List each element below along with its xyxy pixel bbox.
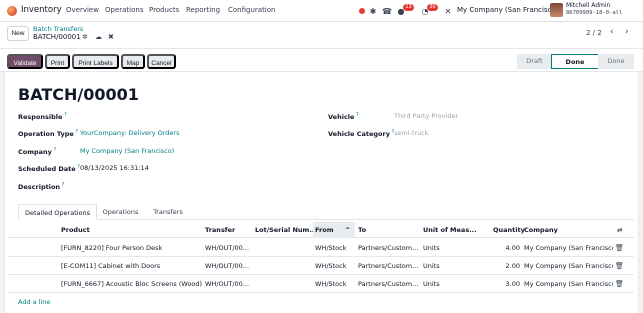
responsible-label: Responsible ? — [18, 112, 67, 122]
company-switcher[interactable]: My Company (San Francisco) — [457, 6, 558, 14]
database-name: 86709909-18-0-all — [566, 10, 623, 16]
description-label: Description ? — [18, 182, 65, 192]
vehicle-category-field[interactable]: semi-truck — [394, 129, 429, 137]
menu-reporting[interactable]: Reporting — [186, 6, 220, 14]
operation-type-label: Operation Type ? — [18, 129, 79, 139]
company-label: Company ? — [18, 147, 57, 157]
cell-quantity[interactable]: 4.00 — [493, 239, 520, 257]
table-row[interactable]: [FURN_6667] Acoustic Bloc Screens (Wood)… — [8, 275, 634, 293]
cell-transfer[interactable]: WH/OUT/00... — [205, 257, 251, 275]
cell-company[interactable]: My Company (San Francisco) — [524, 275, 613, 293]
menu-products[interactable]: Products — [149, 6, 179, 14]
discard-icon[interactable]: ✖ — [108, 33, 114, 41]
status-done[interactable]: Done — [598, 54, 634, 69]
save-cloud-icon[interactable]: ☁ — [95, 33, 102, 41]
table-header: Product Transfer Lot/Serial Num... From ^… — [8, 222, 634, 238]
new-button[interactable]: New — [7, 26, 29, 41]
cell-product[interactable]: [E-COM11] Cabinet with Doors — [61, 257, 201, 275]
breadcrumb-parent[interactable]: Batch Transfers — [33, 25, 83, 33]
cell-quantity[interactable]: 3.00 — [493, 275, 520, 293]
user-name[interactable]: Mitchell Admin — [566, 2, 610, 9]
add-line-link[interactable]: Add a line — [18, 298, 50, 306]
vehicle-label: Vehicle ? — [328, 112, 359, 122]
col-quantity[interactable]: Quantity — [493, 222, 525, 238]
pager-prev-icon[interactable]: ‹ — [610, 27, 614, 37]
recording-dot-icon[interactable] — [359, 8, 365, 14]
table-row[interactable]: [FURN_8220] Four Person Desk WH/OUT/00..… — [8, 239, 634, 257]
tab-detailed-operations[interactable]: Detailed Operations — [18, 204, 97, 220]
cell-company[interactable]: My Company (San Francisco) — [524, 257, 613, 275]
cell-quantity[interactable]: 2.00 — [493, 257, 520, 275]
delete-row-icon[interactable]: 🗑 — [615, 275, 624, 293]
cell-company[interactable]: My Company (San Francisco) — [524, 239, 613, 257]
operation-type-field[interactable]: YourCompany: Delivery Orders — [80, 129, 180, 137]
cell-product[interactable]: [FURN_8220] Four Person Desk — [61, 239, 201, 257]
cancel-button[interactable]: Cancel — [147, 54, 176, 69]
cell-product[interactable]: [FURN_6667] Acoustic Bloc Screens (Wood) — [61, 275, 206, 293]
menu-overview[interactable]: Overview — [66, 6, 99, 14]
validate-button[interactable]: Validate — [7, 54, 43, 69]
col-unit[interactable]: Unit of Meas... — [423, 222, 477, 238]
scheduled-date-label: Scheduled Date ? — [18, 164, 80, 174]
table-row[interactable]: [E-COM11] Cabinet with Doors WH/OUT/00..… — [8, 257, 634, 275]
cell-transfer[interactable]: WH/OUT/00... — [205, 239, 251, 257]
cell-transfer[interactable]: WH/OUT/00... — [205, 275, 251, 293]
notebook-tabs: Detailed Operations Operations Transfers — [18, 204, 634, 220]
print-labels-button[interactable]: Print Labels — [72, 54, 119, 69]
col-lot-serial[interactable]: Lot/Serial Num... — [255, 222, 317, 238]
batch-title: BATCH/00001 — [18, 85, 139, 104]
tab-transfers[interactable]: Transfers — [146, 204, 190, 220]
user-avatar[interactable] — [550, 3, 563, 17]
tools-icon[interactable]: ✕ — [443, 6, 453, 16]
cell-to[interactable]: Partners/Custom... — [358, 275, 420, 293]
company-field[interactable]: My Company (San Francisco) — [80, 147, 174, 155]
print-button[interactable]: Print — [45, 54, 70, 69]
status-draft[interactable]: Draft — [517, 54, 552, 69]
inventory-app-icon[interactable] — [7, 6, 17, 16]
cell-unit[interactable]: Units — [423, 275, 463, 293]
col-company[interactable]: Company — [524, 222, 558, 238]
activity-badge: 30 — [427, 4, 438, 11]
col-transfer[interactable]: Transfer — [205, 222, 235, 238]
phone-icon[interactable]: ☎ — [382, 6, 392, 16]
vehicle-field[interactable]: Third Party Provider — [394, 112, 458, 120]
map-button[interactable]: Map — [121, 54, 145, 69]
delete-row-icon[interactable]: 🗑 — [615, 239, 624, 257]
tab-operations[interactable]: Operations — [97, 204, 144, 220]
pager-next-icon[interactable]: › — [625, 27, 629, 37]
vehicle-category-label: Vehicle Category ? — [328, 129, 395, 139]
sort-asc-icon: ^ — [345, 226, 351, 234]
menu-configuration[interactable]: Configuration — [228, 6, 275, 14]
col-to[interactable]: To — [358, 222, 366, 238]
pager-value[interactable]: 2 / 2 — [586, 29, 602, 37]
control-panel: New Batch Transfers BATCH/00001 ✲ ☁ ✖ 2 … — [0, 22, 643, 48]
cell-from[interactable]: WH/Stock — [315, 275, 355, 293]
optional-columns-icon[interactable]: ⇄ — [617, 222, 622, 238]
cell-to[interactable]: Partners/Custom... — [358, 239, 420, 257]
cell-unit[interactable]: Units — [423, 239, 463, 257]
delete-row-icon[interactable]: 🗑 — [615, 257, 624, 275]
cell-from[interactable]: WH/Stock — [315, 239, 355, 257]
cell-from[interactable]: WH/Stock — [315, 257, 355, 275]
top-navbar: Inventory Overview Operations Products R… — [0, 0, 643, 22]
scheduled-date-field[interactable]: 08/13/2025 16:31:14 — [80, 164, 149, 172]
app-name[interactable]: Inventory — [21, 5, 62, 15]
gear-icon[interactable]: ✲ — [82, 33, 88, 41]
status-in-progress[interactable]: Done — [551, 54, 599, 69]
cell-to[interactable]: Partners/Custom... — [358, 257, 420, 275]
col-product[interactable]: Product — [61, 222, 90, 238]
bug-icon[interactable]: ✱ — [368, 6, 378, 16]
cell-unit[interactable]: Units — [423, 257, 463, 275]
action-bar: Validate Print Print Labels Map Cancel D… — [0, 48, 643, 72]
chat-badge: 13 — [403, 4, 414, 11]
col-from[interactable]: From ^ — [313, 222, 355, 238]
breadcrumb-current: BATCH/00001 — [33, 33, 81, 41]
menu-operations[interactable]: Operations — [105, 6, 143, 14]
